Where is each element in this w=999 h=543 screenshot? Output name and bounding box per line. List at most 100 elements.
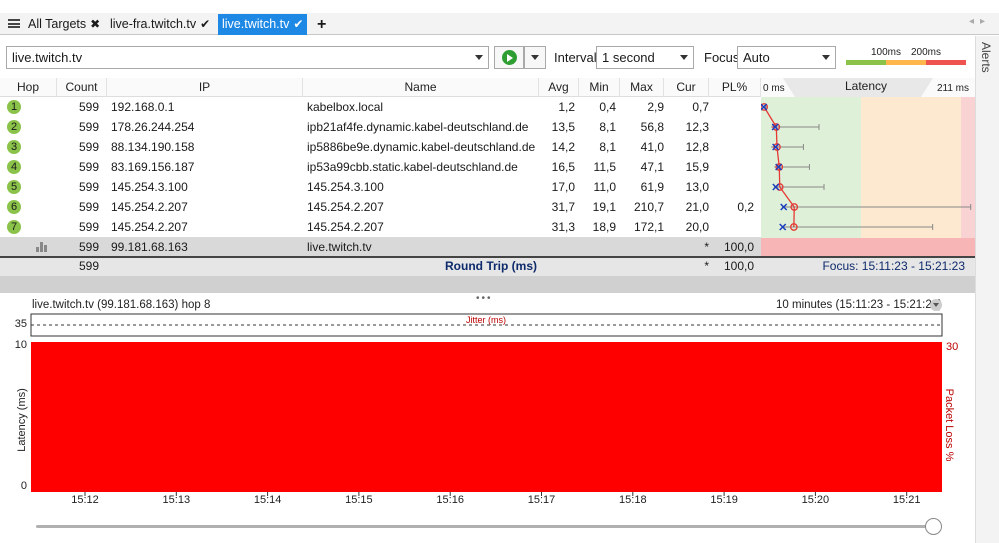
target-combobox[interactable]: live.twitch.tv — [6, 46, 489, 69]
chevron-down-icon — [680, 55, 688, 60]
count-cell: 599 — [78, 140, 99, 154]
min-cell: 0,4 — [599, 100, 616, 114]
ip-cell: 145.254.2.207 — [111, 220, 188, 234]
avg-cell: 1,2 — [558, 100, 575, 114]
interval-select[interactable]: 1 second — [596, 46, 694, 69]
min-cell: 11,0 — [593, 180, 616, 194]
col-name[interactable]: Name — [303, 78, 539, 97]
avg-cell: 31,7 — [551, 200, 575, 214]
col-hop[interactable]: Hop — [0, 78, 57, 97]
check-icon: ✔ — [293, 17, 304, 31]
pl-cell — [709, 157, 754, 177]
count-cell: 599 — [78, 220, 99, 234]
tab-live-fra[interactable]: live-fra.twitch.tv ✔ — [106, 14, 214, 35]
scale-bar-orange — [886, 60, 926, 65]
hop-number-badge: 4 — [7, 160, 21, 174]
col-max[interactable]: Max — [620, 78, 664, 97]
count-cell: 599 — [78, 180, 99, 194]
col-cur[interactable]: Cur — [664, 78, 709, 97]
col-min[interactable]: Min — [579, 78, 620, 97]
alerts-tab[interactable]: Alerts — [977, 40, 997, 80]
timeline-slider-track[interactable] — [36, 525, 936, 528]
timeline-chart: Jitter (ms) 35 10 0 30 Latency (ms) Pack… — [15, 313, 958, 506]
latency-zone-red — [961, 78, 975, 256]
table-row[interactable]: 3 599 88.134.190.158 ip5886be9e.dynamic.kab… — [0, 137, 761, 157]
table-row[interactable]: 5 599 145.254.3.100 145.254.3.100 17,0 11,0 61… — [0, 177, 761, 197]
cur-cell: * — [704, 240, 709, 254]
focus-label: Focus — [704, 50, 740, 65]
latency-label-left: 0 ms — [763, 83, 785, 94]
cur-cell: 21,0 — [685, 200, 709, 214]
max-cell: 210,7 — [633, 200, 664, 214]
cur-cell: 20,0 — [685, 220, 709, 234]
name-cell: 145.254.2.207 — [307, 220, 384, 234]
ip-cell: 178.26.244.254 — [111, 120, 195, 134]
col-pl[interactable]: PL% — [709, 78, 761, 97]
x-tick-label: 15:15 — [345, 494, 373, 506]
cur-cell: 0,7 — [692, 100, 709, 114]
cur-cell: * — [704, 259, 709, 273]
col-ip[interactable]: IP — [107, 78, 303, 97]
table-row[interactable]: 7 599 145.254.2.207 145.254.2.207 31,3 18,9 17… — [0, 217, 761, 237]
avg-cell: 31,3 — [551, 220, 575, 234]
table-row[interactable]: 1 599 192.168.0.1 kabelbox.local 1,2 0,4 2,9 0,… — [0, 97, 761, 117]
name-cell: ip5886be9e.dynamic.kabel-deutschland.de — [307, 140, 536, 154]
table-row[interactable]: 6 599 145.254.2.207 145.254.2.207 31,7 19,1 21… — [0, 197, 761, 217]
bar-chart-icon — [36, 242, 47, 252]
splitter-handle[interactable]: ••• — [476, 293, 493, 304]
timeline-slider-thumb[interactable] — [925, 518, 942, 535]
close-icon[interactable]: ✖ — [90, 17, 100, 31]
max-cell: 172,1 — [633, 220, 664, 234]
hop-number-badge: 3 — [7, 140, 21, 154]
trace-options-dropdown[interactable] — [524, 46, 546, 69]
tab-bar: All Targets ✖ live-fra.twitch.tv ✔ live.tw… — [0, 13, 999, 35]
scale-label-100: 100ms — [871, 47, 902, 58]
chevron-down-icon — [822, 55, 830, 60]
hop-number-badge: 1 — [7, 100, 21, 114]
tab-all-targets[interactable]: All Targets ✖ — [24, 14, 104, 35]
count-cell: 599 — [78, 100, 99, 114]
start-trace-button[interactable] — [494, 46, 524, 69]
x-tick-label: 15:13 — [163, 494, 191, 506]
name-cell: kabelbox.local — [307, 100, 384, 114]
chevron-down-icon — [531, 55, 539, 60]
count-cell: 599 — [78, 240, 99, 254]
tab-label: All Targets — [28, 17, 87, 31]
latency-graph: 0 ms Latency 211 ms — [761, 78, 975, 256]
table-row[interactable]: 2 599 178.26.244.254 ipb21af4fe.dynamic.kab… — [0, 117, 761, 137]
ip-cell: 83.169.156.187 — [111, 160, 195, 174]
focus-select[interactable]: Auto — [737, 46, 836, 69]
col-avg[interactable]: Avg — [539, 78, 579, 97]
ip-cell: 145.254.3.100 — [111, 180, 188, 194]
cur-cell: 13,0 — [685, 180, 709, 194]
count-cell: 599 — [78, 259, 99, 273]
jitter-label: Jitter (ms) — [466, 315, 506, 325]
check-icon: ✔ — [200, 17, 211, 31]
cur-cell: 15,9 — [685, 160, 709, 174]
tab-scroll-arrows[interactable]: ◂▸ — [969, 16, 991, 27]
focus-value: Auto — [743, 50, 770, 65]
min-cell: 19,1 — [592, 200, 616, 214]
max-cell: 41,0 — [640, 140, 664, 154]
table-row[interactable]: 4 599 83.169.156.187 ip53a99cbb.static.kabe… — [0, 157, 761, 177]
alerts-label: Alerts — [979, 42, 993, 73]
pl-cell — [709, 217, 754, 237]
alerts-panel[interactable] — [975, 36, 999, 543]
menu-icon[interactable] — [8, 19, 20, 28]
ip-cell: 88.134.190.158 — [111, 140, 195, 154]
scale-label-200: 200ms — [911, 47, 942, 58]
cur-cell: 12,8 — [685, 140, 709, 154]
target-value: live.twitch.tv — [12, 50, 83, 65]
hop-number-badge: 7 — [7, 220, 21, 234]
add-tab-button[interactable]: + — [313, 14, 330, 35]
latency-label-right: 211 ms — [937, 83, 969, 94]
table-row-final[interactable]: 599 99.181.68.163 live.twitch.tv * 100,0 — [0, 237, 761, 257]
tab-live-twitch[interactable]: live.twitch.tv ✔ — [218, 14, 308, 35]
interval-label: Interval — [554, 50, 597, 65]
col-count[interactable]: Count — [57, 78, 107, 97]
ip-cell: 192.168.0.1 — [111, 100, 175, 114]
name-cell: live.twitch.tv — [307, 240, 372, 254]
cur-cell: 12,3 — [685, 120, 709, 134]
pl-cell — [709, 97, 754, 117]
min-cell: 11,5 — [593, 160, 616, 174]
